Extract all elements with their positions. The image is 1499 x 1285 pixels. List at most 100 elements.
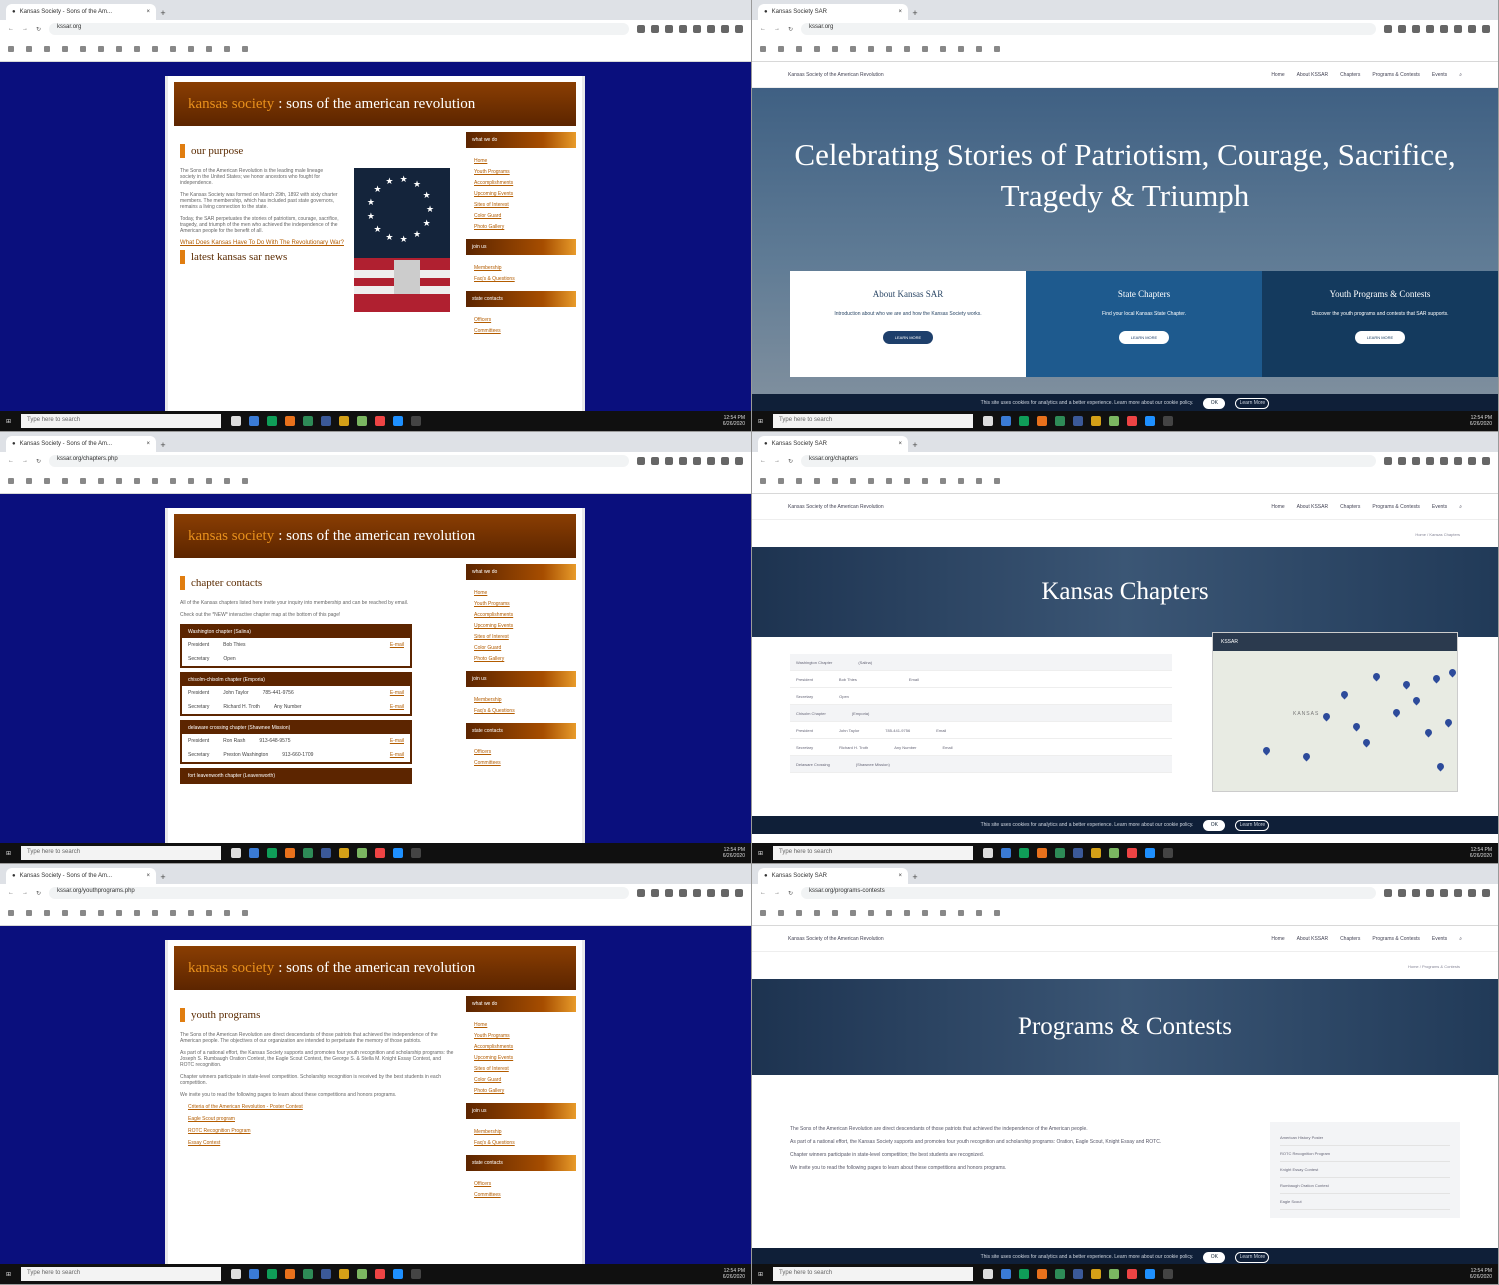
- search-icon[interactable]: ⌕: [1459, 504, 1462, 510]
- bookmark-item[interactable]: [44, 46, 50, 52]
- extension-icon[interactable]: [1384, 25, 1392, 33]
- map-pin-icon[interactable]: [1447, 667, 1457, 678]
- bookmark-item[interactable]: [134, 910, 140, 916]
- bookmark-item[interactable]: [206, 910, 212, 916]
- new-tab-icon[interactable]: +: [156, 870, 170, 884]
- url-field[interactable]: kssar.org/chapters: [801, 455, 1376, 467]
- app-icon[interactable]: [1127, 848, 1138, 858]
- extension-icon[interactable]: [707, 25, 715, 33]
- app-icon[interactable]: [983, 848, 994, 858]
- bookmark-item[interactable]: [958, 478, 964, 484]
- app-icon[interactable]: [1019, 416, 1030, 426]
- bookmark-item[interactable]: [134, 478, 140, 484]
- sidebar-link[interactable]: Faq's & Questions: [466, 274, 576, 285]
- start-icon[interactable]: ⊞: [758, 850, 763, 857]
- bookmark-item[interactable]: [940, 478, 946, 484]
- taskbar-search[interactable]: Type here to search: [21, 414, 222, 428]
- browser-tab[interactable]: ● Kansas Society SAR ×: [758, 868, 908, 884]
- app-icon[interactable]: [1055, 1269, 1066, 1279]
- forward-icon[interactable]: →: [774, 890, 780, 896]
- bookmark-item[interactable]: [814, 478, 820, 484]
- extension-icon[interactable]: [721, 889, 729, 897]
- app-icon[interactable]: [1091, 848, 1102, 858]
- app-icon[interactable]: [321, 848, 332, 858]
- app-icon[interactable]: [375, 848, 386, 858]
- bookmark-item[interactable]: [940, 910, 946, 916]
- extension-icon[interactable]: [735, 25, 743, 33]
- bookmark-item[interactable]: [958, 46, 964, 52]
- app-icon[interactable]: [303, 416, 314, 426]
- app-icon[interactable]: [357, 848, 368, 858]
- app-icon[interactable]: [983, 416, 994, 426]
- bookmark-item[interactable]: [152, 478, 158, 484]
- bookmark-item[interactable]: [26, 910, 32, 916]
- bookmark-item[interactable]: [940, 46, 946, 52]
- sidebar-link[interactable]: Sites of Interest: [466, 200, 576, 211]
- map-pin-icon[interactable]: [1361, 737, 1372, 748]
- extension-icon[interactable]: [1398, 25, 1406, 33]
- reload-icon[interactable]: ↻: [788, 890, 793, 897]
- url-field[interactable]: kssar.org/youthprograms.php: [49, 887, 629, 899]
- search-icon[interactable]: ⌕: [1459, 936, 1462, 942]
- sidebar-link[interactable]: Youth Programs: [466, 167, 576, 178]
- app-icon[interactable]: [285, 1269, 296, 1279]
- sidebar-link[interactable]: Color Guard: [466, 211, 576, 222]
- nav-item[interactable]: Chapters: [1340, 504, 1360, 510]
- extension-icon[interactable]: [679, 889, 687, 897]
- bookmark-item[interactable]: [80, 478, 86, 484]
- bookmark-item[interactable]: [814, 910, 820, 916]
- bookmark-item[interactable]: [170, 478, 176, 484]
- extension-icon[interactable]: [1468, 889, 1476, 897]
- app-icon[interactable]: [1037, 416, 1048, 426]
- bookmark-item[interactable]: [832, 478, 838, 484]
- close-tab-icon[interactable]: ×: [898, 9, 902, 15]
- app-icon[interactable]: [231, 1269, 242, 1279]
- extension-icon[interactable]: [693, 889, 701, 897]
- sidebar-link[interactable]: Committees: [466, 1190, 576, 1201]
- app-icon[interactable]: [1109, 416, 1120, 426]
- app-icon[interactable]: [1055, 848, 1066, 858]
- app-icon[interactable]: [357, 1269, 368, 1279]
- close-tab-icon[interactable]: ×: [146, 9, 150, 15]
- extension-icon[interactable]: [651, 457, 659, 465]
- bookmark-item[interactable]: [62, 46, 68, 52]
- extension-icon[interactable]: [679, 457, 687, 465]
- map-pin-icon[interactable]: [1351, 721, 1362, 732]
- bookmark-item[interactable]: [80, 910, 86, 916]
- bookmark-item[interactable]: [796, 478, 802, 484]
- extension-icon[interactable]: [1412, 25, 1420, 33]
- map-pin-icon[interactable]: [1301, 751, 1312, 762]
- app-icon[interactable]: [983, 1269, 994, 1279]
- sidebar-link[interactable]: Accomplishments: [466, 610, 576, 621]
- sidebar-link[interactable]: Faq's & Questions: [466, 706, 576, 717]
- bookmark-item[interactable]: [242, 478, 248, 484]
- app-icon[interactable]: [267, 1269, 278, 1279]
- extension-icon[interactable]: [679, 25, 687, 33]
- extension-icon[interactable]: [1482, 889, 1490, 897]
- program-link[interactable]: ROTC Recognition Program: [180, 1128, 456, 1134]
- app-icon[interactable]: [339, 848, 350, 858]
- extension-icon[interactable]: [1482, 25, 1490, 33]
- browser-tab[interactable]: ● Kansas Society - Sons of the Am... ×: [6, 436, 156, 452]
- extension-icon[interactable]: [665, 25, 673, 33]
- nav-item[interactable]: Events: [1432, 72, 1447, 78]
- nav-item[interactable]: About KSSAR: [1297, 936, 1328, 942]
- bookmark-item[interactable]: [868, 478, 874, 484]
- app-icon[interactable]: [339, 416, 350, 426]
- bookmark-item[interactable]: [796, 910, 802, 916]
- map-pin-icon[interactable]: [1431, 673, 1442, 684]
- extension-icon[interactable]: [1454, 25, 1462, 33]
- close-tab-icon[interactable]: ×: [898, 873, 902, 879]
- bookmark-item[interactable]: [80, 46, 86, 52]
- sidebar-link[interactable]: Faq's & Questions: [466, 1138, 576, 1149]
- app-icon[interactable]: [285, 848, 296, 858]
- nav-item[interactable]: Events: [1432, 504, 1447, 510]
- map-pin-icon[interactable]: [1261, 745, 1272, 756]
- bookmark-item[interactable]: [26, 46, 32, 52]
- reload-icon[interactable]: ↻: [36, 458, 41, 465]
- extension-icon[interactable]: [1454, 457, 1462, 465]
- program-link[interactable]: Eagle Scout program: [180, 1116, 456, 1122]
- bookmark-item[interactable]: [116, 46, 122, 52]
- sidebar-link[interactable]: Accomplishments: [466, 1042, 576, 1053]
- back-icon[interactable]: ←: [8, 458, 14, 464]
